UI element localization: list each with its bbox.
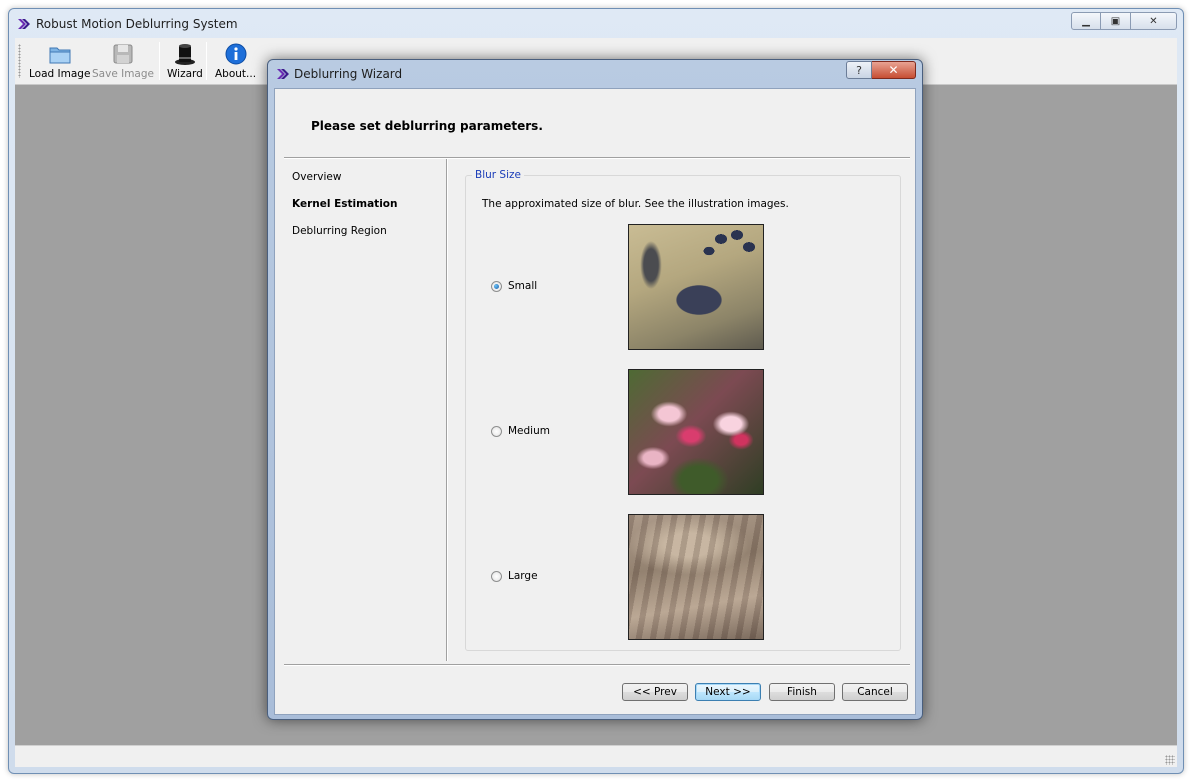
toolbar-separator [206,42,207,80]
next-button[interactable]: Next >> [695,683,761,701]
resize-grip-icon[interactable] [1165,755,1175,765]
dialog-controls: ? ✕ [846,61,916,79]
window-title: Robust Motion Deblurring System [36,17,238,31]
steps-divider [446,159,448,661]
help-button[interactable]: ? [846,61,872,79]
large-blur-illustration [628,514,764,640]
minimize-button[interactable]: ▁ [1071,12,1101,30]
wizard-button[interactable]: Wizard [167,42,203,82]
wizard-header: Please set deblurring parameters. [275,89,915,158]
radio-unchecked-icon[interactable] [491,425,502,437]
floppy-disk-icon [113,44,133,64]
window-controls: ▁ ▣ ✕ [1071,12,1177,30]
medium-blur-illustration [628,369,764,495]
blur-size-group-title: Blur Size [472,169,524,181]
minimize-icon: ▁ [1082,15,1090,27]
step-kernel-estimation: Kernel Estimation [292,198,398,210]
radio-label: Small [508,280,538,292]
wizard-page-title: Please set deblurring parameters. [311,119,543,133]
radio-unchecked-icon[interactable] [491,570,502,582]
blur-size-medium-radio[interactable]: Medium [491,425,550,437]
folder-icon [49,47,71,64]
main-titlebar[interactable]: Robust Motion Deblurring System ▁ ▣ ✕ [9,9,1183,39]
close-icon: ✕ [1149,15,1158,27]
restore-icon: ▣ [1110,15,1121,27]
blur-size-small-radio[interactable]: Small [491,280,537,292]
magic-hat-icon [174,44,195,65]
blur-size-description: The approximated size of blur. See the i… [482,198,789,210]
prev-button[interactable]: << Prev [622,683,688,701]
help-icon: ? [856,63,862,77]
dialog-content: Please set deblurring parameters. Overvi… [274,88,916,715]
footer-divider [284,664,910,666]
cancel-button[interactable]: Cancel [842,683,908,701]
info-icon [225,43,247,65]
load-image-button[interactable]: Load Image [29,42,90,82]
about-button[interactable]: About... [215,42,256,82]
restore-button[interactable]: ▣ [1101,12,1131,30]
radio-label: Medium [508,425,550,437]
toolbar-grip[interactable] [18,44,21,78]
dialog-close-button[interactable]: ✕ [872,61,916,79]
header-divider [284,157,910,159]
step-overview: Overview [292,171,342,183]
app-logo-icon [277,69,289,79]
dialog-title: Deblurring Wizard [294,67,403,81]
radio-checked-icon[interactable] [491,280,502,292]
blur-size-large-radio[interactable]: Large [491,570,538,582]
save-image-button[interactable]: Save Image [92,42,154,82]
app-logo-icon [18,19,30,29]
small-blur-illustration [628,224,764,350]
close-icon: ✕ [888,63,899,77]
close-button[interactable]: ✕ [1131,12,1177,30]
step-deblurring-region: Deblurring Region [292,225,387,237]
status-bar [15,745,1177,767]
wizard-steps-list: Overview Kernel Estimation Deblurring Re… [292,171,397,252]
radio-label: Large [508,570,538,582]
finish-button[interactable]: Finish [769,683,835,701]
deblurring-wizard-dialog: Deblurring Wizard ? ✕ Please set deblurr… [267,59,923,720]
toolbar-separator [159,42,160,80]
